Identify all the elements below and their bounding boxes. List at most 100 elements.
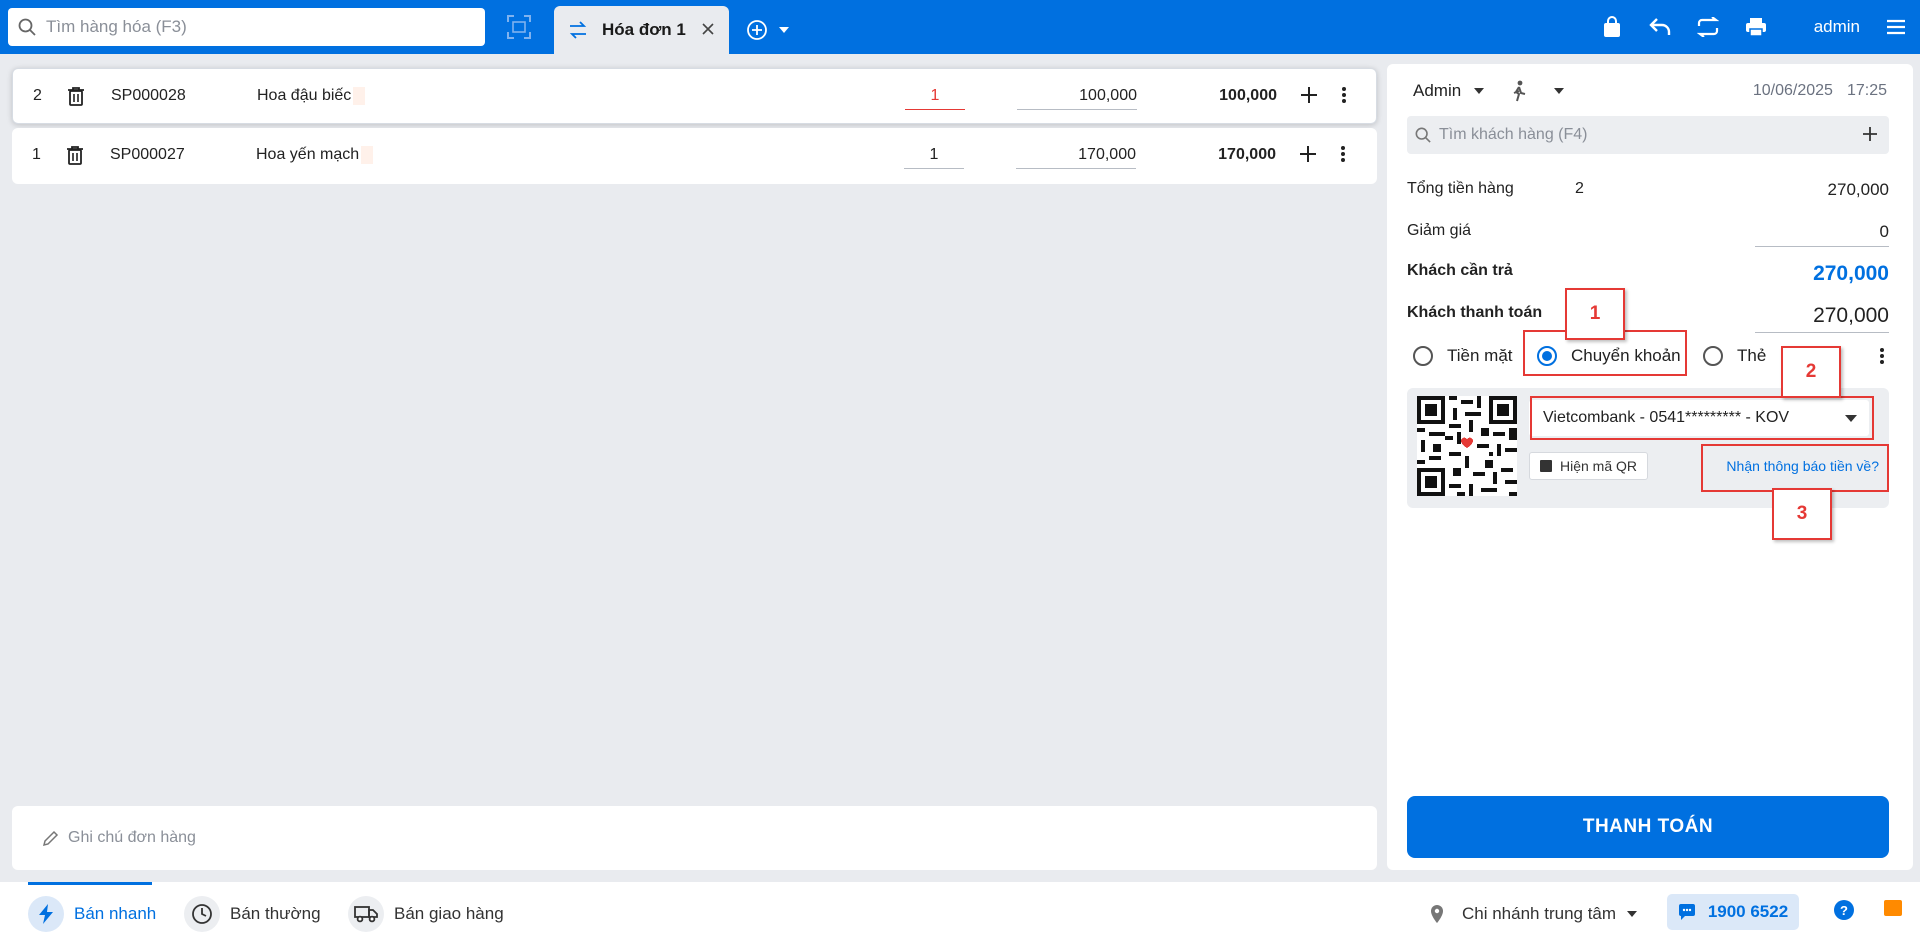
radio-label: Tiền mặt bbox=[1447, 346, 1513, 365]
bottom-bar: Bán nhanh Bán thường Bán giao hàng Chi n… bbox=[0, 882, 1920, 942]
datetime: 10/06/2025 17:25 bbox=[1753, 82, 1887, 100]
caret-down-icon bbox=[779, 27, 789, 33]
more-vertical-icon[interactable] bbox=[1879, 346, 1885, 371]
top-actions: admin bbox=[1588, 0, 1920, 54]
annotation-label-3: 3 bbox=[1772, 488, 1832, 540]
feedback-icon[interactable] bbox=[1884, 900, 1902, 916]
radio-card[interactable]: Thẻ bbox=[1703, 346, 1766, 366]
tab-label: Hóa đơn 1 bbox=[602, 20, 686, 39]
annotation-label-1: 1 bbox=[1565, 288, 1625, 340]
username[interactable]: admin bbox=[1814, 17, 1860, 37]
item-count: 2 bbox=[1575, 180, 1584, 197]
add-tab-button[interactable] bbox=[746, 19, 790, 41]
swap-icon bbox=[569, 21, 587, 39]
plus-circle-icon bbox=[747, 20, 767, 40]
quantity-input[interactable]: 1 bbox=[904, 146, 964, 169]
annotation-box-3 bbox=[1701, 444, 1889, 492]
order-row[interactable]: 1 SP000027 Hoa yến mạch 1 170,000 170,00… bbox=[12, 128, 1377, 184]
close-icon[interactable] bbox=[699, 20, 717, 38]
mode-label: Bán thường bbox=[230, 904, 321, 923]
product-code: SP000028 bbox=[111, 87, 186, 104]
radio-button[interactable] bbox=[1413, 346, 1433, 366]
subtotal-label: Tổng tiền hàng bbox=[1407, 180, 1514, 197]
mode-label: Bán nhanh bbox=[74, 904, 157, 923]
radio-button[interactable] bbox=[1703, 346, 1723, 366]
amount-due-value: 270,000 bbox=[1813, 262, 1889, 285]
mode-normal-sale[interactable]: Bán thường bbox=[184, 896, 321, 932]
paid-label: Khách thanh toán bbox=[1407, 304, 1543, 321]
discount-input[interactable]: 0 bbox=[1880, 222, 1889, 242]
menu-icon[interactable] bbox=[1876, 0, 1916, 54]
staff-name: Admin bbox=[1413, 81, 1462, 100]
quantity-input[interactable]: 1 bbox=[905, 87, 965, 110]
show-qr-label: Hiện mã QR bbox=[1560, 458, 1638, 474]
walking-person-icon[interactable] bbox=[1511, 80, 1527, 102]
radio-label: Thẻ bbox=[1737, 346, 1767, 365]
plus-icon[interactable] bbox=[1299, 85, 1319, 110]
lightning-icon bbox=[28, 896, 64, 932]
search-icon bbox=[1415, 127, 1431, 143]
product-search-input[interactable]: Tìm hàng hóa (F3) bbox=[8, 8, 485, 46]
annotation-box-2 bbox=[1530, 396, 1874, 440]
search-placeholder: Tìm hàng hóa (F3) bbox=[46, 17, 187, 36]
truck-icon bbox=[348, 896, 384, 932]
plus-icon[interactable] bbox=[1298, 144, 1318, 169]
mode-label: Bán giao hàng bbox=[394, 904, 504, 923]
checkout-button[interactable]: THANH TOÁN bbox=[1407, 796, 1889, 858]
discount-label: Giảm giá bbox=[1407, 222, 1472, 239]
date: 10/06/2025 bbox=[1752, 82, 1833, 99]
more-vertical-icon[interactable] bbox=[1341, 85, 1347, 110]
hotline-button[interactable]: 1900 6522 bbox=[1667, 894, 1799, 930]
more-vertical-icon[interactable] bbox=[1340, 144, 1346, 169]
location-pin-icon bbox=[1431, 905, 1443, 923]
time: 17:25 bbox=[1846, 82, 1887, 99]
printer-icon[interactable] bbox=[1732, 0, 1780, 54]
price-input[interactable]: 170,000 bbox=[1016, 146, 1136, 169]
pencil-icon bbox=[42, 830, 59, 847]
caret-down-icon bbox=[1474, 88, 1485, 94]
product-name: Hoa đậu biếc bbox=[257, 87, 365, 105]
mode-quick-sale[interactable]: Bán nhanh bbox=[28, 896, 156, 932]
search-icon bbox=[18, 18, 36, 36]
order-row[interactable]: 2 SP000028 Hoa đậu biếc 1 100,000 100,00… bbox=[12, 68, 1377, 124]
trash-icon[interactable] bbox=[67, 86, 85, 111]
caret-down-icon bbox=[1627, 911, 1638, 917]
note-placeholder: Ghi chú đơn hàng bbox=[68, 829, 196, 846]
customer-search-input[interactable]: Tìm khách hàng (F4) bbox=[1407, 116, 1889, 154]
product-name: Hoa yến mạch bbox=[256, 146, 373, 164]
hotline-number: 1900 6522 bbox=[1707, 902, 1789, 921]
branch-name: Chi nhánh trung tâm bbox=[1462, 904, 1617, 923]
top-bar: Tìm hàng hóa (F3) Hóa đơn 1 admin bbox=[0, 0, 1920, 54]
subtotal-value: 270,000 bbox=[1827, 180, 1889, 199]
branch-selector[interactable]: Chi nhánh trung tâm bbox=[1430, 904, 1638, 924]
chat-bubble-icon bbox=[1678, 904, 1695, 920]
price-input[interactable]: 100,000 bbox=[1017, 87, 1137, 110]
add-customer-icon[interactable] bbox=[1861, 125, 1879, 148]
row-index: 2 bbox=[33, 87, 42, 104]
active-mode-indicator bbox=[28, 882, 152, 885]
exchange-icon[interactable] bbox=[1684, 0, 1732, 54]
discount-underline bbox=[1755, 246, 1889, 247]
customer-placeholder: Tìm khách hàng (F4) bbox=[1439, 126, 1588, 143]
barcode-scan-icon[interactable] bbox=[506, 14, 532, 40]
paid-input[interactable]: 270,000 bbox=[1813, 304, 1889, 328]
caret-down-icon[interactable] bbox=[1553, 87, 1565, 95]
product-code: SP000027 bbox=[110, 146, 185, 163]
mode-delivery-sale[interactable]: Bán giao hàng bbox=[348, 896, 504, 932]
radio-cash[interactable]: Tiền mặt bbox=[1413, 346, 1513, 366]
line-total: 170,000 bbox=[1218, 146, 1276, 163]
clock-icon bbox=[184, 896, 220, 932]
row-index: 1 bbox=[32, 146, 41, 163]
order-note-input[interactable]: Ghi chú đơn hàng bbox=[12, 806, 1377, 870]
undo-icon[interactable] bbox=[1636, 0, 1684, 54]
tab-invoice-1[interactable]: Hóa đơn 1 bbox=[554, 6, 729, 54]
image-icon bbox=[1540, 460, 1552, 472]
trash-icon[interactable] bbox=[66, 145, 84, 170]
help-icon[interactable]: ? bbox=[1834, 900, 1854, 920]
show-qr-button[interactable]: Hiện mã QR bbox=[1529, 452, 1649, 480]
amount-due-label: Khách cần trả bbox=[1407, 262, 1513, 279]
staff-selector[interactable]: Admin bbox=[1413, 80, 1565, 102]
annotation-label-2: 2 bbox=[1781, 346, 1841, 398]
bag-icon[interactable] bbox=[1588, 0, 1636, 54]
line-total: 100,000 bbox=[1219, 87, 1277, 104]
